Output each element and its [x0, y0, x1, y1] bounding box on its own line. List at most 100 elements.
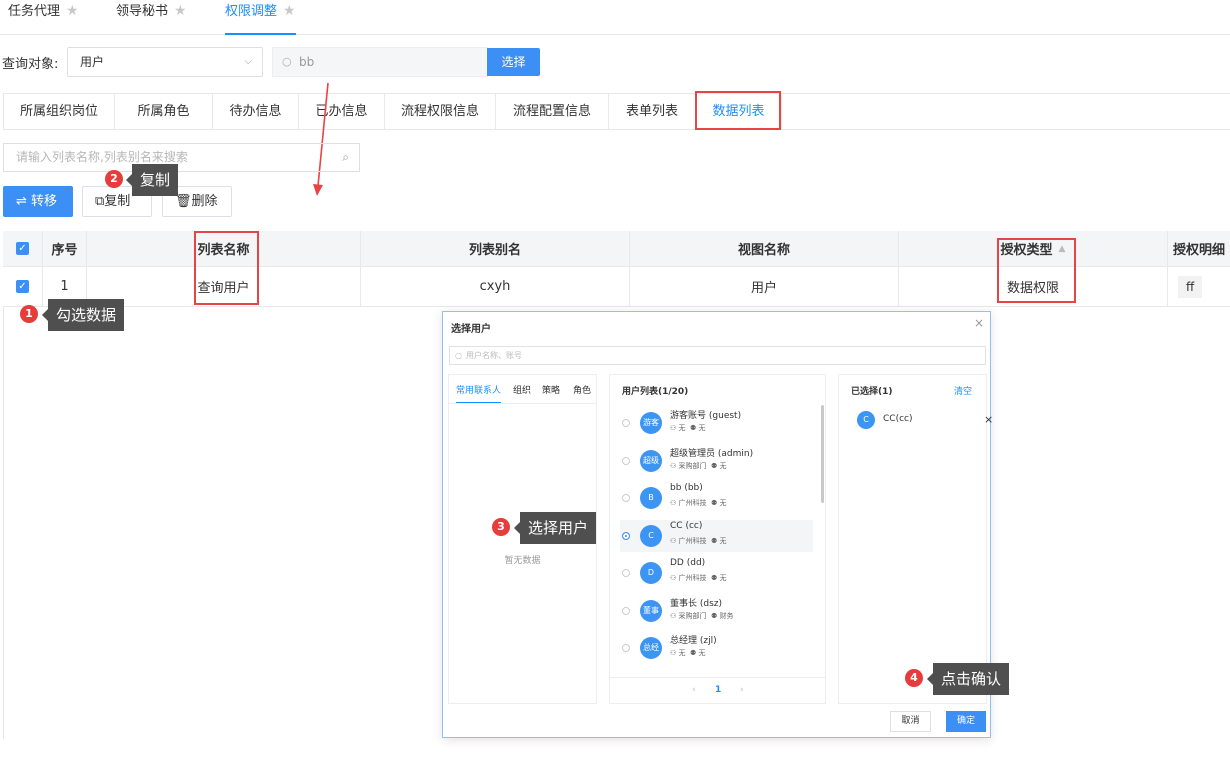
avatar: 超级 [640, 450, 662, 472]
copy-icon: ⧉ [95, 194, 105, 209]
top-tab-permission-adjust[interactable]: 权限调整 ★ [225, 0, 296, 35]
tab-flow-config[interactable]: 流程配置信息 [496, 94, 609, 129]
step-badge-4: 4 [905, 669, 923, 687]
radio-button[interactable] [622, 607, 630, 615]
org-icon: ⚇ [670, 462, 677, 470]
trash-icon: 🗑 [175, 194, 192, 209]
top-tab-bar: 任务代理 ★ 领导秘书 ★ 权限调整 ★ [0, 0, 1230, 35]
col-index: 序号 [43, 231, 87, 266]
radio-button[interactable] [622, 532, 630, 540]
tooltip-step-2: 复制 [125, 164, 179, 196]
star-icon[interactable]: ★ [283, 3, 296, 19]
people-icon: ⚉ [710, 462, 718, 470]
query-target-select[interactable]: 用户 ⌵ [67, 47, 263, 77]
avatar: D [640, 562, 662, 584]
list-item[interactable]: 超级 超级管理员 (admin) ⚇ 采购部门 ⚉ 无 [620, 445, 813, 477]
sub-tab-bar: 所属组织岗位 所属角色 待办信息 已办信息 流程权限信息 流程配置信息 表单列表… [3, 93, 1230, 130]
row-checkbox[interactable]: ✓ [3, 267, 43, 306]
col-view-name: 视图名称 [630, 231, 899, 266]
page-number[interactable]: 1 [715, 685, 721, 695]
radio-button[interactable] [622, 569, 630, 577]
step-badge-3: 3 [492, 518, 510, 536]
org-icon: ⚇ [670, 499, 677, 507]
empty-text: 暂无数据 [504, 556, 541, 566]
org-icon: ⚇ [670, 424, 677, 432]
avatar: 董事 [640, 600, 662, 622]
query-search-input[interactable]: ○ bb [272, 47, 488, 77]
select-button[interactable]: 选择 [487, 48, 540, 76]
tab-frequent-contacts[interactable]: 常用联系人 [456, 383, 502, 403]
list-search-input[interactable]: 请输入列表名称,列表别名来搜索 ⌕ [3, 143, 360, 172]
tab-data-list[interactable]: 数据列表 [696, 94, 782, 129]
remove-icon[interactable]: × [984, 413, 993, 426]
tab-strategy[interactable]: 策略 [542, 383, 560, 396]
people-icon: ⚉ [689, 649, 697, 657]
select-all-checkbox[interactable]: ✓ [3, 231, 43, 266]
col-list-name: 列表名称 [87, 231, 361, 266]
tab-todo[interactable]: 待办信息 [213, 94, 299, 129]
transfer-button[interactable]: ⇌ 转移 [3, 186, 73, 217]
avatar: C [640, 525, 662, 547]
confirm-button[interactable]: 确定 [946, 711, 986, 732]
col-auth-type[interactable]: 授权类型 ▲ [899, 231, 1168, 266]
selected-title: 已选择(1) [851, 387, 893, 397]
people-icon: ⚉ [710, 612, 718, 620]
query-label: 查询对象: [2, 57, 59, 72]
top-tab-task-agent[interactable]: 任务代理 ★ [8, 0, 79, 35]
chevron-down-icon: ⌵ [244, 56, 252, 67]
list-item[interactable]: B bb (bb) ⚇ 广州科技 ⚉ 无 [620, 482, 813, 514]
people-icon: ⚉ [710, 499, 718, 507]
selected-user-item: C CC(cc) × [857, 411, 993, 431]
check-icon: ✓ [16, 280, 29, 293]
scrollbar[interactable] [821, 405, 824, 503]
tab-role[interactable]: 角色 [573, 383, 591, 396]
tab-roles[interactable]: 所属角色 [115, 94, 213, 129]
sort-icon[interactable]: ▲ [1059, 244, 1066, 254]
clear-link[interactable]: 清空 [954, 384, 972, 397]
list-item[interactable]: 游客 游客账号 (guest) ⚇ 无 ⚉ 无 [620, 407, 813, 439]
avatar: B [640, 487, 662, 509]
close-icon[interactable]: × [974, 316, 984, 330]
tab-org-position[interactable]: 所属组织岗位 [4, 94, 115, 129]
list-item[interactable]: D DD (dd) ⚇ 广州科技 ⚉ 无 [620, 557, 813, 589]
selected-panel: 已选择(1) 清空 C CC(cc) × [838, 374, 993, 704]
tab-flow-permission[interactable]: 流程权限信息 [385, 94, 496, 129]
top-tab-leader-secretary[interactable]: 领导秘书 ★ [116, 0, 187, 35]
cell-list-name: 查询用户 [87, 267, 361, 306]
cell-auth-detail: ff [1168, 267, 1230, 306]
org-icon: ⚇ [670, 574, 677, 582]
people-icon: ⚉ [710, 537, 718, 545]
org-icon: ⚇ [670, 537, 677, 545]
col-auth-detail: 授权明细 [1172, 243, 1225, 258]
table-row: ✓ 1 查询用户 cxyh 用户 数据权限 ff [3, 267, 1230, 307]
pagination: ‹ 1 › [610, 677, 825, 703]
radio-button[interactable] [622, 494, 630, 502]
search-icon: ○ [455, 351, 462, 360]
table-header: ✓ 序号 列表名称 列表别名 视图名称 授权类型 ▲ 授权明细 [3, 231, 1230, 267]
people-icon: ⚉ [710, 574, 718, 582]
avatar: 总经 [640, 637, 662, 659]
tab-form-list[interactable]: 表单列表 [609, 94, 696, 129]
star-icon[interactable]: ★ [174, 3, 187, 19]
star-icon[interactable]: ★ [66, 3, 79, 19]
cancel-button[interactable]: 取消 [890, 711, 931, 732]
chevron-right-icon[interactable]: › [740, 685, 744, 695]
radio-button[interactable] [622, 457, 630, 465]
tooltip-step-4: 点击确认 [926, 663, 1010, 695]
check-icon: ✓ [16, 242, 29, 255]
step-badge-2: 2 [105, 170, 123, 188]
radio-button[interactable] [622, 644, 630, 652]
people-icon: ⚉ [689, 424, 697, 432]
user-list-panel: 用户列表(1/20) 游客 游客账号 (guest) ⚇ 无 ⚉ 无 超级 超级… [609, 374, 826, 704]
tab-org[interactable]: 组织 [513, 383, 531, 396]
cell-auth-type: 数据权限 [899, 267, 1168, 306]
list-item[interactable]: 董事 董事长 (dsz) ⚇ 采购部门 ⚉ 财务 [620, 595, 813, 627]
chevron-left-icon[interactable]: ‹ [692, 685, 696, 695]
radio-button[interactable] [622, 419, 630, 427]
step-badge-1: 1 [20, 305, 38, 323]
list-item[interactable]: 总经 总经理 (zjl) ⚇ 无 ⚉ 无 [620, 632, 813, 664]
list-item[interactable]: C CC (cc) ⚇ 广州科技 ⚉ 无 [620, 520, 813, 552]
user-list-title: 用户列表(1/20) [622, 387, 689, 397]
dialog-title: 选择用户 [451, 324, 491, 335]
user-search-input[interactable]: ○ 用户名称、账号 [449, 346, 986, 365]
